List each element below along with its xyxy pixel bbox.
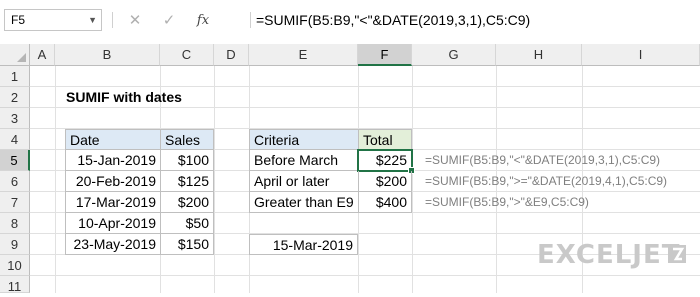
column-header-f[interactable]: F (358, 44, 412, 66)
formula-note: =SUMIF(B5:B9,">="&DATE(2019,4,1),C5:C9) (425, 174, 668, 188)
formula-input[interactable]: =SUMIF(B5:B9,"<"&DATE(2019,3,1),C5:C9) (256, 9, 696, 31)
table-cell-sales[interactable]: $150 (160, 234, 214, 255)
total-cell[interactable]: $400 (358, 192, 412, 213)
criteria-cell[interactable]: Greater than E9 (249, 192, 358, 213)
column-header-e[interactable]: E (249, 44, 358, 66)
gridline (55, 66, 56, 293)
table-cell-date[interactable]: 15-Jan-2019 (65, 150, 160, 171)
column-header-i[interactable]: I (582, 44, 700, 66)
sheet-title[interactable]: SUMIF with dates (62, 87, 262, 108)
total-cell-active[interactable]: $225 (357, 149, 413, 172)
table-header-total[interactable]: Total (358, 129, 412, 150)
table-header-sales[interactable]: Sales (160, 129, 214, 150)
column-header-d[interactable]: D (214, 44, 249, 66)
row-header-9[interactable]: 9 (0, 234, 30, 255)
row-header-3[interactable]: 3 (0, 108, 30, 129)
row-header-7[interactable]: 7 (0, 192, 30, 213)
formula-bar-buttons: ✕ ✓ fx (118, 9, 220, 31)
column-header-b[interactable]: B (55, 44, 160, 66)
chevron-down-icon[interactable]: ▼ (88, 10, 97, 30)
table-cell-date[interactable]: 10-Apr-2019 (65, 213, 160, 234)
table-cell-sales[interactable]: $125 (160, 171, 214, 192)
formula-note: =SUMIF(B5:B9,">"&E9,C5:C9) (425, 195, 589, 209)
table-cell-sales[interactable]: $100 (160, 150, 214, 171)
row-header-4[interactable]: 4 (0, 129, 30, 150)
enter-icon[interactable]: ✓ (152, 11, 186, 29)
table-cell-date[interactable]: 23-May-2019 (65, 234, 160, 255)
table-cell-date[interactable]: 20-Feb-2019 (65, 171, 160, 192)
select-all-corner[interactable] (0, 44, 30, 66)
formula-bar: F5 ▼ ✕ ✓ fx =SUMIF(B5:B9,"<"&DATE(2019,3… (0, 0, 700, 44)
name-box-value: F5 (11, 13, 26, 27)
table-cell-sales[interactable]: $200 (160, 192, 214, 213)
row-header-10[interactable]: 10 (0, 255, 30, 276)
exceljet-logo-icon (668, 245, 686, 263)
table-header-criteria[interactable]: Criteria (249, 129, 358, 150)
row-header-2[interactable]: 2 (0, 87, 30, 108)
cancel-icon[interactable]: ✕ (118, 11, 152, 29)
row-header-5[interactable]: 5 (0, 150, 30, 171)
worksheet-grid[interactable]: A B C D E F G H I 1 2 3 4 5 6 7 8 9 10 1… (0, 44, 700, 294)
row-header-8[interactable]: 8 (0, 213, 30, 234)
exceljet-logo-text: EXCELJET (537, 240, 681, 270)
gridline (412, 66, 413, 293)
row-header-1[interactable]: 1 (0, 66, 30, 87)
total-cell[interactable]: $200 (358, 171, 412, 192)
date-input-cell[interactable]: 15-Mar-2019 (249, 234, 358, 255)
column-header-a[interactable]: A (30, 44, 55, 66)
table-header-date[interactable]: Date (65, 129, 160, 150)
divider (112, 12, 113, 28)
criteria-cell[interactable]: Before March (249, 150, 358, 171)
row-header-6[interactable]: 6 (0, 171, 30, 192)
row-header-11[interactable]: 11 (0, 276, 30, 294)
criteria-cell[interactable]: April or later (249, 171, 358, 192)
gridline (30, 275, 700, 276)
formula-note: =SUMIF(B5:B9,"<"&DATE(2019,3,1),C5:C9) (425, 153, 661, 167)
column-header-c[interactable]: C (160, 44, 214, 66)
name-box[interactable]: F5 ▼ (4, 9, 102, 31)
table-cell-sales[interactable]: $50 (160, 213, 214, 234)
insert-function-icon[interactable]: fx (186, 13, 220, 28)
column-header-g[interactable]: G (412, 44, 496, 66)
divider (250, 12, 251, 28)
column-header-h[interactable]: H (496, 44, 582, 66)
table-cell-date[interactable]: 17-Mar-2019 (65, 192, 160, 213)
